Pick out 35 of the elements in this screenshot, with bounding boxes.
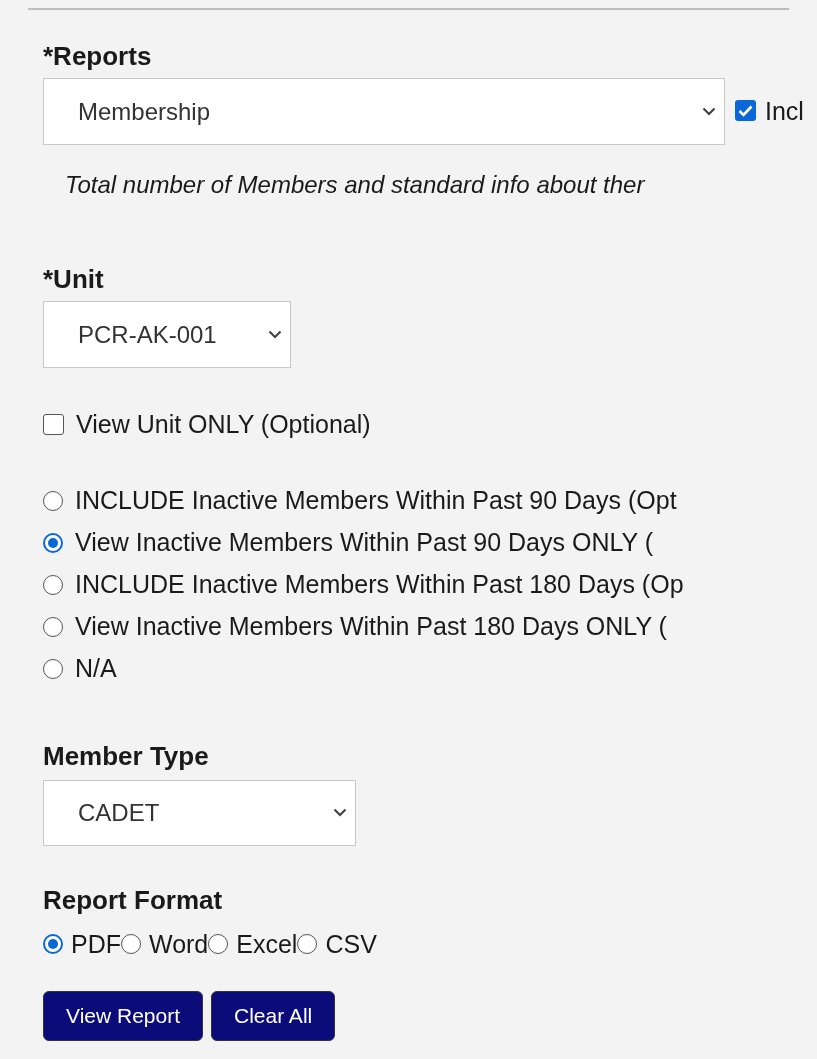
radio-button[interactable]: [43, 934, 63, 955]
checkbox-label: Incl: [765, 95, 804, 127]
checkbox[interactable]: [735, 100, 756, 121]
radio-label: CSV: [325, 928, 377, 960]
action-button[interactable]: Clear All: [211, 991, 336, 1041]
dropdown[interactable]: Membership: [43, 78, 725, 145]
section-heading: Report Format: [43, 883, 224, 916]
action-button[interactable]: View Report: [43, 991, 203, 1041]
radio-button[interactable]: [43, 532, 63, 553]
dropdown[interactable]: PCR-AK-001: [43, 301, 291, 368]
chevron-down-icon: [702, 107, 716, 116]
radio-label: PDF: [71, 928, 121, 960]
radio-label: Excel: [236, 928, 298, 960]
radio-button[interactable]: [43, 490, 63, 511]
radio-button[interactable]: [43, 574, 63, 595]
radio-label: INCLUDE Inactive Members Within Past 90 Days (Opt: [75, 484, 677, 516]
radio-label: Word: [149, 928, 209, 960]
radio-button[interactable]: [208, 934, 229, 955]
radio-button[interactable]: [297, 934, 318, 955]
radio-button[interactable]: [43, 616, 63, 637]
radio-label: View Inactive Members Within Past 180 Days ONLY (: [75, 610, 667, 642]
chevron-down-icon: [268, 330, 282, 339]
radio-label: View Inactive Members Within Past 90 Days ONLY (: [75, 526, 653, 558]
dropdown[interactable]: CADET: [43, 779, 356, 846]
section-heading: Member Type: [43, 739, 210, 772]
checkbox[interactable]: [43, 414, 64, 436]
radio-label: INCLUDE Inactive Members Within Past 180 Days (Op: [75, 568, 684, 600]
section-heading: *Unit: [43, 263, 105, 295]
radio-button[interactable]: [43, 658, 63, 679]
checkbox-label: View Unit ONLY (Optional): [76, 409, 371, 440]
chevron-down-icon: [333, 808, 347, 817]
section-heading: *Reports: [43, 40, 153, 72]
report-description: Total number of Members and standard info about ther: [65, 170, 647, 200]
radio-label: N/A: [75, 652, 117, 684]
radio-button[interactable]: [121, 934, 141, 955]
